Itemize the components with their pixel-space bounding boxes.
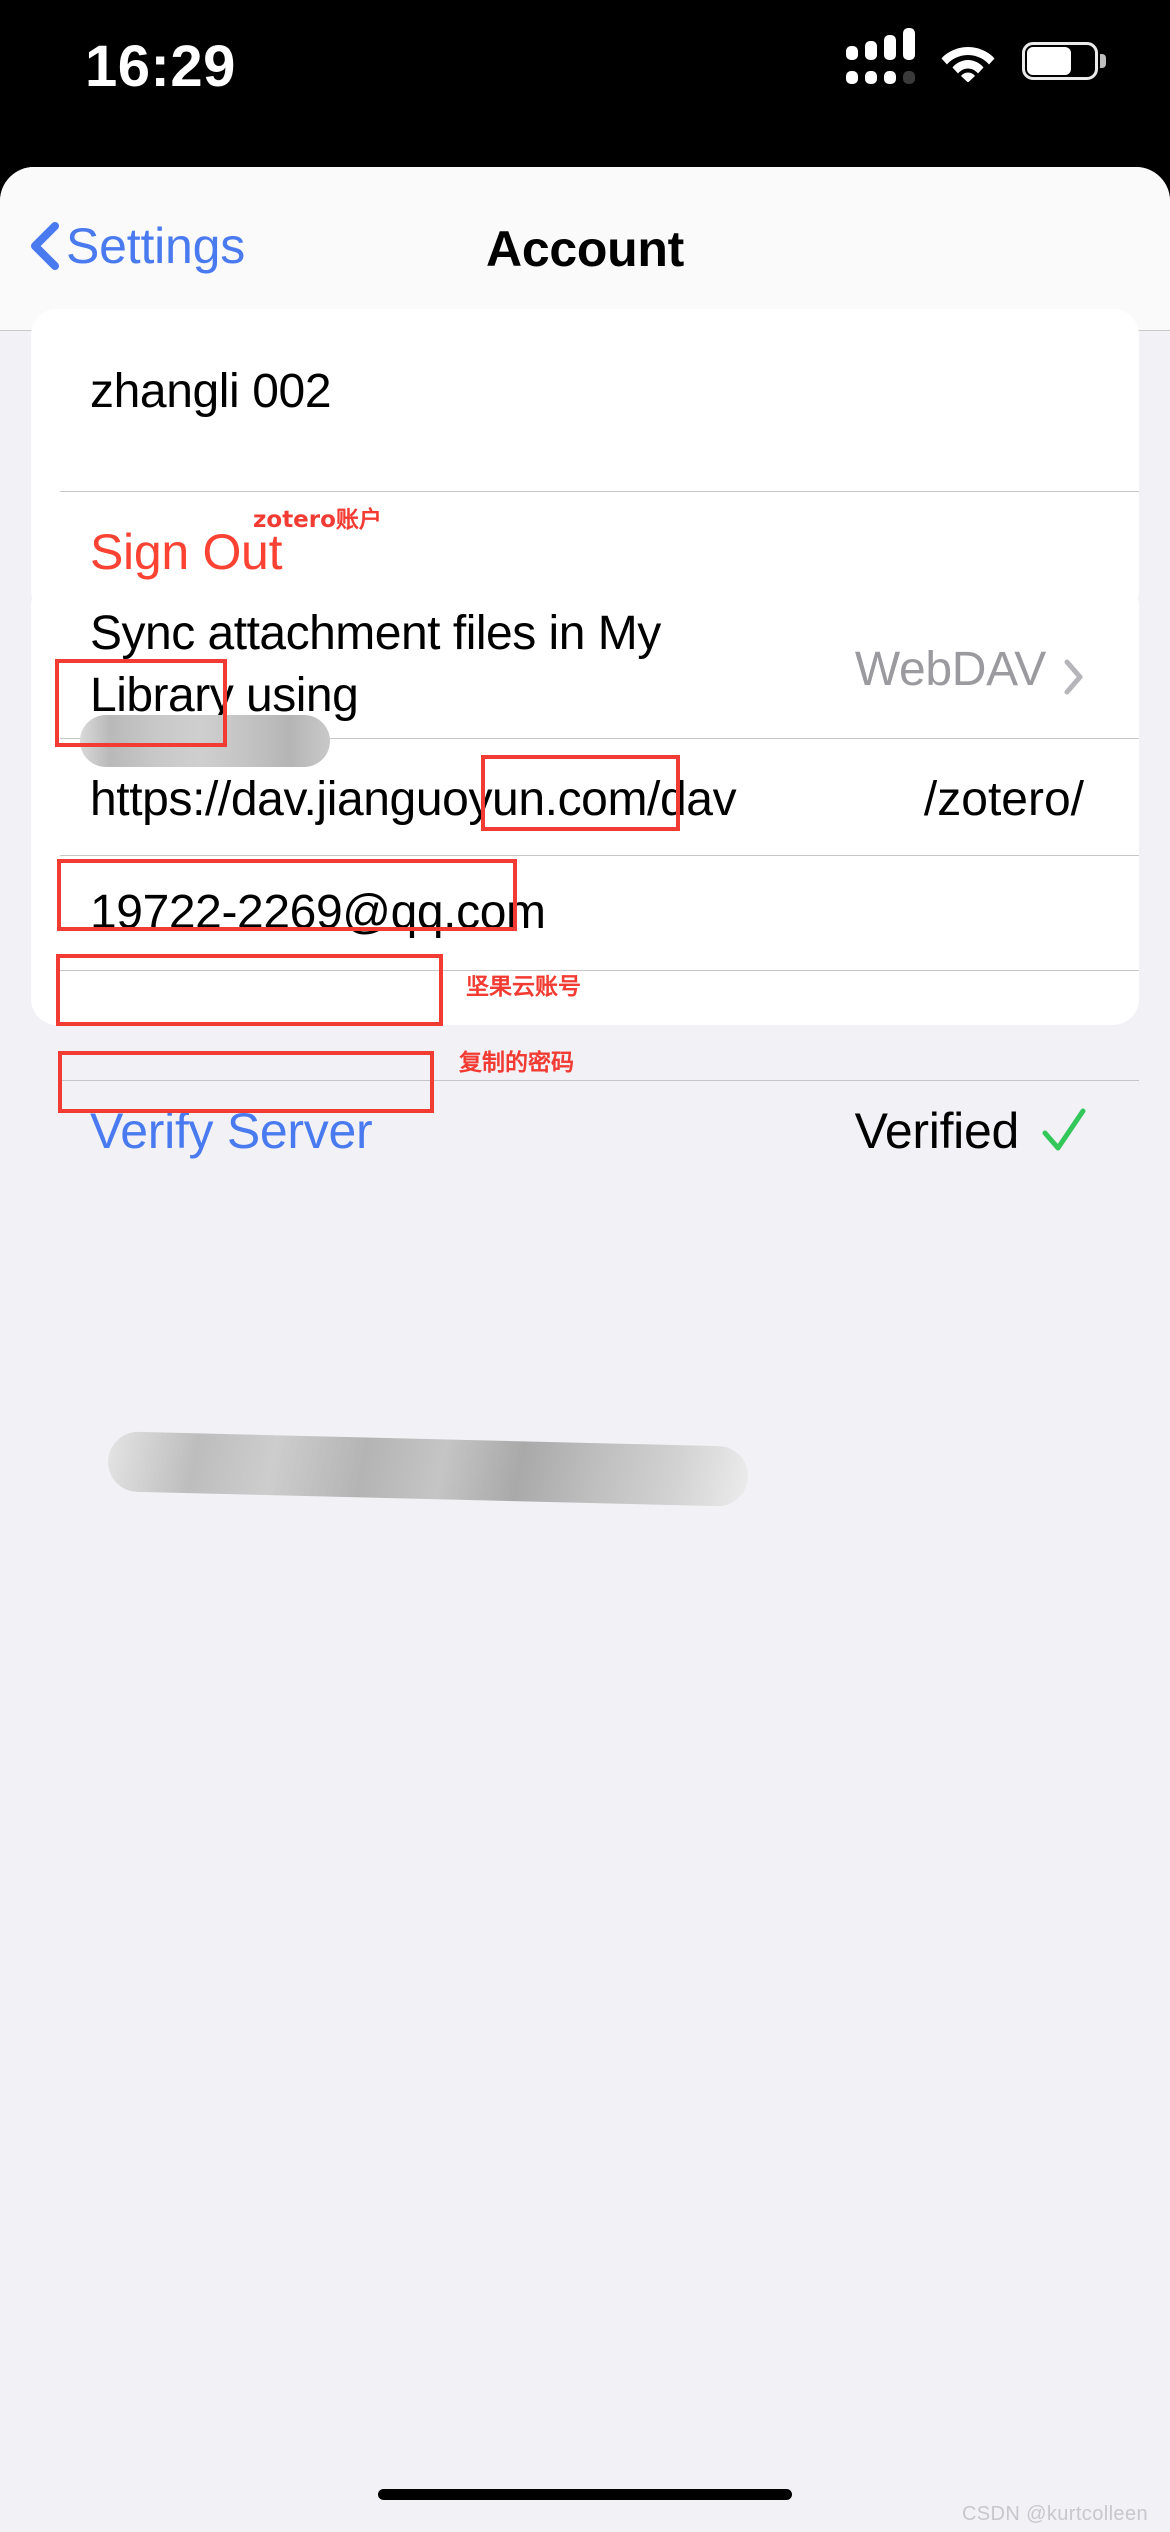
cellular-signal-icon bbox=[846, 28, 915, 84]
chevron-right-icon bbox=[1064, 652, 1084, 694]
status-bar-time: 16:29 bbox=[85, 34, 236, 99]
sync-method-selector[interactable]: WebDAV bbox=[855, 642, 1084, 697]
home-indicator[interactable] bbox=[378, 2489, 792, 2500]
annotation-label-zotero-account: zotero账户 bbox=[253, 507, 382, 533]
verified-label: Verified bbox=[854, 1103, 1020, 1159]
verified-status: Verified bbox=[855, 1102, 1087, 1160]
watermark: CSDN @kurtcolleen bbox=[961, 2503, 1148, 2525]
annotation-box-webdav-username bbox=[56, 954, 443, 1026]
wifi-icon bbox=[940, 40, 996, 82]
username-row[interactable]: zhangli 002 bbox=[31, 309, 1139, 491]
annotation-box-webdav-selector bbox=[481, 755, 680, 831]
annotation-box-webdav-password bbox=[58, 1051, 434, 1113]
annotation-label-copied-password: 复制的密码 bbox=[459, 1050, 574, 1076]
annotation-label-jianguoyun-account: 坚果云账号 bbox=[466, 974, 581, 1000]
page-title: Account bbox=[486, 221, 684, 277]
phone-screen: 16:29 Settings Account zhangli 002 Sign … bbox=[0, 0, 1170, 2532]
data-syncing-card: zhangli 002 Sign Out bbox=[31, 309, 1139, 616]
email-redaction bbox=[107, 1431, 749, 1507]
annotation-box-zotero-account bbox=[55, 659, 227, 747]
status-bar: 16:29 bbox=[0, 0, 1170, 167]
webdav-url-suffix: /zotero/ bbox=[923, 773, 1084, 826]
checkmark-icon bbox=[1041, 1107, 1087, 1155]
username-value: zhangli 002 bbox=[90, 365, 332, 418]
annotation-box-webdav-url bbox=[57, 859, 517, 931]
settings-sheet: Settings Account DATA SYNCING FILE SYNCI… bbox=[0, 167, 1170, 2532]
status-bar-indicators bbox=[846, 28, 1106, 84]
battery-icon bbox=[1022, 42, 1106, 80]
sync-method-value: WebDAV bbox=[854, 643, 1046, 696]
navigation-bar: Settings Account bbox=[0, 167, 1170, 331]
